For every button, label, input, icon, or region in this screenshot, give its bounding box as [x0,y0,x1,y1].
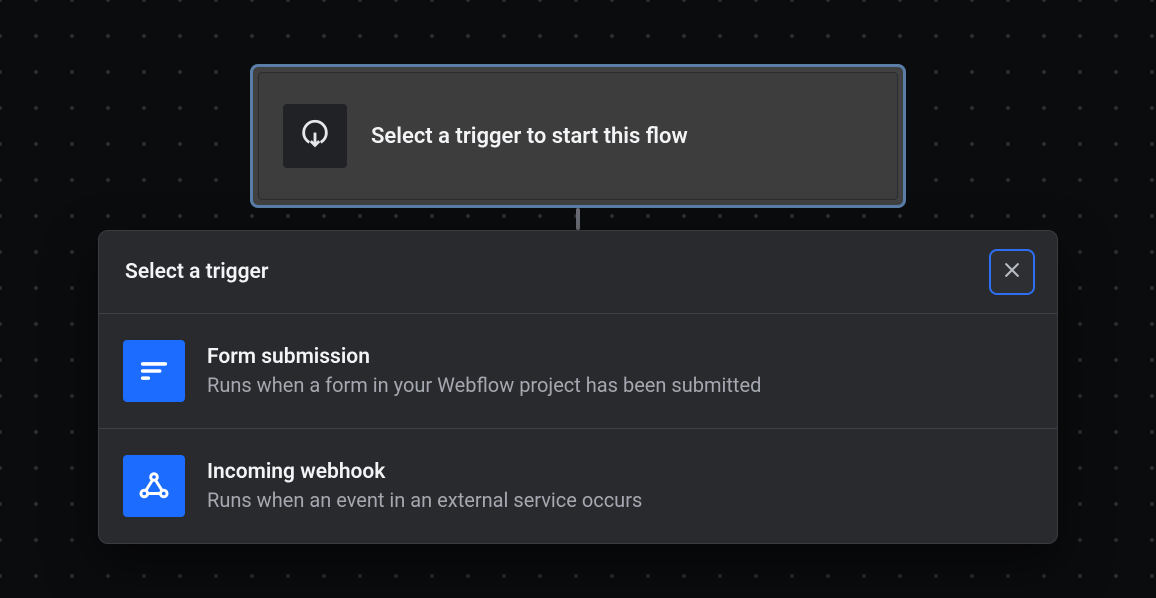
trigger-picker-panel: Select a trigger Form submiss [98,230,1058,544]
trigger-option-title: Form submission [207,345,761,369]
trigger-node-label: Select a trigger to start this flow [371,124,688,149]
trigger-picker-header: Select a trigger [99,231,1057,314]
form-icon [123,340,185,402]
trigger-placeholder-icon-box [283,104,347,168]
webhook-icon [123,455,185,517]
trigger-option-title: Incoming webhook [207,460,642,484]
trigger-option-incoming-webhook[interactable]: Incoming webhook Runs when an event in a… [99,429,1057,543]
close-button[interactable] [989,249,1035,295]
trigger-option-description: Runs when an event in an external servic… [207,488,642,512]
trigger-node[interactable]: Select a trigger to start this flow [250,64,906,208]
trigger-option-text: Incoming webhook Runs when an event in a… [207,460,642,512]
lightning-down-icon [298,117,332,155]
flow-connector [576,208,580,230]
trigger-option-text: Form submission Runs when a form in your… [207,345,761,397]
close-icon [1002,260,1022,284]
flow-canvas[interactable]: Select a trigger to start this flow Sele… [0,0,1156,598]
trigger-option-description: Runs when a form in your Webflow project… [207,373,761,397]
trigger-option-form-submission[interactable]: Form submission Runs when a form in your… [99,314,1057,429]
trigger-picker-title: Select a trigger [125,260,268,284]
trigger-node-inner: Select a trigger to start this flow [258,72,898,200]
